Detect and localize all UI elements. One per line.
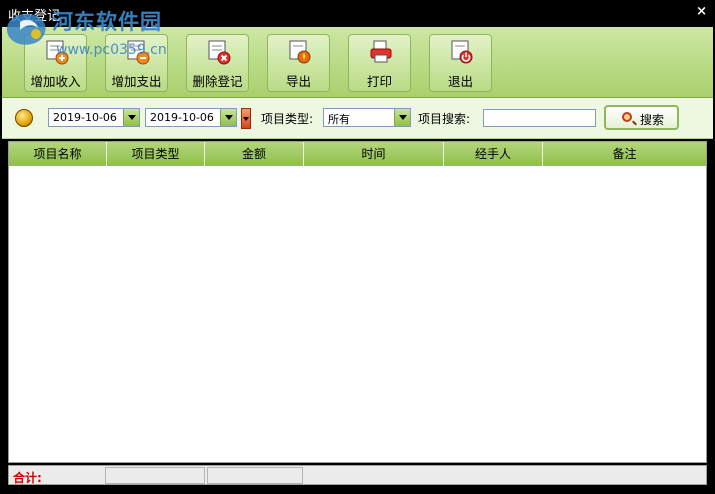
column-header[interactable]: 项目名称 [9, 142, 107, 166]
toolbar-button-label: 退出 [447, 74, 473, 89]
total-value-cell [207, 467, 303, 484]
toolbar-button-label: 增加收入 [30, 74, 81, 89]
chevron-down-icon[interactable] [220, 109, 236, 126]
toolbar-button-label: 导出 [285, 74, 311, 89]
chevron-down-icon[interactable] [123, 109, 139, 126]
type-select[interactable]: 所有 [323, 108, 411, 127]
add-expense-icon [127, 40, 150, 65]
toolbar-button-label: 增加支出 [111, 74, 162, 89]
search-input[interactable] [483, 109, 596, 127]
date-range-dropdown-button[interactable] [241, 108, 251, 129]
export-icon [289, 40, 311, 64]
column-header[interactable]: 备注 [543, 142, 706, 166]
exit-button[interactable]: 退出 [429, 34, 492, 92]
print-icon [370, 40, 392, 63]
total-label: 合计: [13, 471, 42, 485]
toolbar-button-label: 打印 [366, 74, 392, 89]
search-label: 项目搜索: [418, 112, 471, 126]
date-from-picker[interactable]: 2019-10-06 [48, 108, 140, 127]
column-header[interactable]: 经手人 [444, 142, 543, 166]
delete-record-button[interactable]: 删除登记 [186, 34, 249, 92]
type-select-value: 所有 [328, 113, 350, 126]
records-table[interactable]: 项目名称 项目类型 金额 时间 经手人 备注 [8, 141, 707, 463]
app-window: 收支登记 × 增加收入 增加支出 删除登记 导出 打印 退出 2019-10-0… [0, 0, 715, 494]
search-button-label: 搜索 [640, 113, 665, 127]
status-bar: 合计: [8, 465, 707, 485]
status-lamp-icon [15, 109, 33, 127]
delete-record-icon [208, 40, 231, 65]
toolbar: 增加收入 增加支出 删除登记 导出 打印 退出 [2, 27, 713, 98]
date-to-picker[interactable]: 2019-10-06 [145, 108, 237, 127]
add-expense-button[interactable]: 增加支出 [105, 34, 168, 92]
filter-panel: 2019-10-06 2019-10-06 项目类型: 所有 项目搜索: 搜索 [2, 98, 713, 139]
toolbar-button-label: 删除登记 [192, 74, 243, 89]
chevron-down-icon[interactable] [394, 109, 410, 126]
total-value-cell [105, 467, 205, 484]
search-button[interactable]: 搜索 [604, 105, 679, 130]
window-title: 收支登记 [8, 9, 61, 24]
print-button[interactable]: 打印 [348, 34, 411, 92]
column-header[interactable]: 时间 [304, 142, 444, 166]
type-label: 项目类型: [261, 112, 314, 126]
title-bar: 收支登记 × [0, 0, 715, 27]
exit-icon [451, 40, 473, 64]
add-income-icon [46, 40, 69, 65]
date-from-value: 2019-10-06 [53, 111, 117, 124]
magnifier-icon [622, 112, 632, 122]
column-header[interactable]: 项目类型 [107, 142, 205, 166]
date-to-value: 2019-10-06 [150, 111, 214, 124]
column-header[interactable]: 金额 [205, 142, 304, 166]
add-income-button[interactable]: 增加收入 [24, 34, 87, 92]
close-button[interactable]: × [696, 4, 707, 19]
table-header: 项目名称 项目类型 金额 时间 经手人 备注 [9, 142, 706, 166]
export-button[interactable]: 导出 [267, 34, 330, 92]
